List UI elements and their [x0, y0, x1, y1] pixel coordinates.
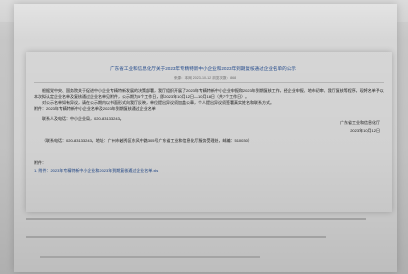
background-text-line — [40, 256, 260, 258]
title-divider — [34, 82, 384, 83]
document-meta: 来源：本网 2023-10-12 浏览次数：868 — [173, 76, 237, 80]
paragraph-1: 根据党中央、国务院关于促进中小企业专精特新发展的决策部署，我厅组织开展了2023… — [42, 88, 384, 93]
signature-org: 广东省工业和信息化厅 — [340, 120, 380, 125]
document-title: 广东省工业和信息化厅关于2023年专精特新中小企业和2023年到期复核通过企业名… — [110, 66, 296, 71]
paragraph-2: 本次拟认定企业名单及复核通过企业名单见附件，公示期为5个工作日，即2023年10… — [34, 94, 250, 99]
paragraph-5: 联系人及电话：中小企业局，020-83133243。 — [42, 116, 124, 121]
paragraph-3: 对公示名单如有异议，请在公示期内以书面形式向我厅反映，单位提出异议须加盖公章，个… — [42, 100, 274, 105]
paragraph-4: 附件：2023年专精特新中小企业名单及2023年到期复核通过企业名单 — [34, 106, 156, 111]
attachment-link[interactable]: 1. 附件：2023年专精特新中小企业和2023年到期复核通过企业名单.xls — [34, 168, 234, 173]
background-text-line — [26, 218, 366, 220]
contact-line: （联系电话：020-83133243，地址：广州市越秀区东风中路305号广东省工… — [42, 138, 252, 143]
signature-date: 2023年10月12日 — [350, 128, 380, 133]
attachment-label: 附件： — [34, 160, 46, 165]
background-text-line — [26, 236, 326, 238]
